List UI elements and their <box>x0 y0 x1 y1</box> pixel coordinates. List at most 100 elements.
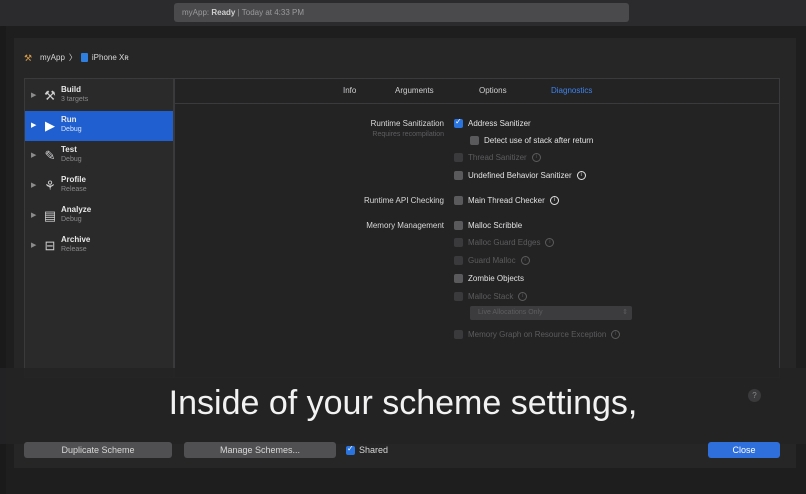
info-icon[interactable]: i <box>576 171 586 180</box>
disclosure-triangle-icon[interactable]: ▶ <box>31 151 36 159</box>
info-icon[interactable]: i <box>611 330 621 339</box>
thread-sanitizer-option: Thread Sanitizer i <box>454 153 541 162</box>
action-subtitle: 3 targets <box>61 96 89 103</box>
memory-graph-option: Memory Graph on Resource Exception i <box>454 330 621 339</box>
disclosure-triangle-icon[interactable]: ▶ <box>31 211 36 219</box>
zombie-objects-checkbox[interactable] <box>454 274 463 283</box>
breadcrumb-separator: 〉 <box>68 53 77 62</box>
video-caption: Inside of your scheme settings, <box>168 384 638 422</box>
help-icon[interactable]: ? <box>748 389 761 402</box>
option-label: Main Thread Checker <box>468 196 545 205</box>
option-label: Thread Sanitizer <box>468 153 527 162</box>
detect-stack-checkbox[interactable] <box>470 136 479 145</box>
device-name: iPhone Xʀ <box>91 53 129 62</box>
analyze-icon: ▤ <box>43 208 57 223</box>
action-build[interactable]: ▶ ⚒ Build 3 targets <box>25 81 173 111</box>
manage-schemes-button[interactable]: Manage Schemes... <box>184 442 336 458</box>
address-sanitizer-checkbox[interactable] <box>454 117 463 128</box>
memory-graph-checkbox <box>454 330 463 339</box>
info-icon[interactable]: i <box>518 292 528 301</box>
action-subtitle: Release <box>61 246 87 253</box>
info-icon[interactable]: i <box>520 256 530 265</box>
action-archive[interactable]: ▶ ⊟ Archive Release <box>25 231 173 261</box>
action-name: Run <box>61 115 77 124</box>
duplicate-scheme-button[interactable]: Duplicate Scheme <box>24 442 172 458</box>
option-label: Zombie Objects <box>468 274 525 283</box>
activity-status: myApp: Ready | Today at 4:33 PM <box>174 3 629 22</box>
scheme-name: myApp <box>40 53 65 62</box>
tab-arguments[interactable]: Arguments <box>395 86 434 95</box>
action-subtitle: Debug <box>61 126 82 133</box>
tab-info[interactable]: Info <box>343 86 356 95</box>
disclosure-triangle-icon[interactable]: ▶ <box>31 121 36 129</box>
action-subtitle: Release <box>61 186 87 193</box>
instruments-icon: ⚘ <box>44 178 56 193</box>
chevron-updown-icon: ⇕ <box>622 309 628 316</box>
device-icon <box>80 53 88 62</box>
info-icon[interactable]: i <box>545 238 555 247</box>
option-label: Malloc Stack <box>468 292 514 301</box>
action-name: Analyze <box>61 205 92 214</box>
wrench-icon: ✎ <box>44 148 56 163</box>
malloc-scribble-checkbox[interactable] <box>454 221 463 230</box>
action-name: Test <box>61 145 77 154</box>
malloc-guard-edges-checkbox <box>454 238 463 247</box>
close-button[interactable]: Close <box>708 442 780 458</box>
runtime-api-label: Runtime API Checking <box>363 196 444 205</box>
thread-sanitizer-checkbox <box>454 153 463 162</box>
shared-label: Shared <box>359 445 389 455</box>
malloc-stack-option: Malloc Stack i <box>454 292 528 301</box>
disclosure-triangle-icon[interactable]: ▶ <box>31 181 36 189</box>
undefined-behavior-option[interactable]: Undefined Behavior Sanitizer i <box>454 171 586 180</box>
hammer-icon: ⚒ <box>44 88 56 103</box>
undefined-behavior-checkbox[interactable] <box>454 171 463 180</box>
scheme-breadcrumb[interactable]: ⚒ myApp 〉 iPhone Xʀ <box>24 52 129 63</box>
main-thread-checker-checkbox[interactable] <box>454 196 463 205</box>
malloc-guard-edges-option: Malloc Guard Edges i <box>454 238 555 247</box>
malloc-scribble-option[interactable]: Malloc Scribble <box>454 221 522 230</box>
option-label: Detect use of stack after return <box>484 136 594 145</box>
disclosure-triangle-icon[interactable]: ▶ <box>31 91 36 99</box>
tab-options[interactable]: Options <box>479 86 507 95</box>
option-label: Undefined Behavior Sanitizer <box>468 171 572 180</box>
action-run[interactable]: ▶ ▶ Run Debug <box>25 111 173 141</box>
requires-recompilation-note: Requires recompilation <box>372 131 444 138</box>
option-label: Address Sanitizer <box>468 119 531 128</box>
title-bar: myApp: Ready | Today at 4:33 PM <box>0 0 806 26</box>
status-app: myApp: <box>182 8 210 17</box>
runtime-sanitization-label: Runtime Sanitization <box>370 119 444 128</box>
shared-checkbox[interactable] <box>346 444 355 455</box>
action-name: Profile <box>61 175 86 184</box>
memory-management-label: Memory Management <box>366 221 444 230</box>
main-thread-checker-option[interactable]: Main Thread Checker i <box>454 196 559 205</box>
guard-malloc-option: Guard Malloc i <box>454 256 530 265</box>
scheme-actions-list: ▶ ⚒ Build 3 targets ▶ ▶ Run Debug ▶ ✎ Te… <box>24 78 174 378</box>
option-label: Guard Malloc <box>468 256 516 265</box>
malloc-stack-checkbox <box>454 292 463 301</box>
tab-diagnostics[interactable]: Diagnostics <box>551 86 592 95</box>
action-subtitle: Debug <box>61 216 82 223</box>
option-label: Memory Graph on Resource Exception <box>468 330 607 339</box>
action-analyze[interactable]: ▶ ▤ Analyze Debug <box>25 201 173 231</box>
zombie-objects-option[interactable]: Zombie Objects <box>454 274 524 283</box>
play-icon: ▶ <box>45 118 55 133</box>
archive-icon: ⊟ <box>44 238 56 253</box>
popup-value: Live Allocations Only <box>478 309 543 316</box>
malloc-stack-popup: Live Allocations Only ⇕ <box>470 306 632 320</box>
status-state: Ready <box>211 8 236 17</box>
info-icon[interactable]: i <box>549 196 559 205</box>
action-name: Build <box>61 85 81 94</box>
action-subtitle: Debug <box>61 156 82 163</box>
scheme-icon: ⚒ <box>24 52 33 63</box>
detect-stack-option[interactable]: Detect use of stack after return <box>470 136 593 145</box>
shared-option[interactable]: Shared <box>346 444 389 455</box>
info-icon[interactable]: i <box>531 153 541 162</box>
status-time: | Today at 4:33 PM <box>237 8 305 17</box>
option-label: Malloc Guard Edges <box>468 238 541 247</box>
action-profile[interactable]: ▶ ⚘ Profile Release <box>25 171 173 201</box>
disclosure-triangle-icon[interactable]: ▶ <box>31 241 36 249</box>
address-sanitizer-option[interactable]: Address Sanitizer <box>454 117 531 128</box>
action-test[interactable]: ▶ ✎ Test Debug <box>25 141 173 171</box>
action-name: Archive <box>61 235 91 244</box>
guard-malloc-checkbox <box>454 256 463 265</box>
